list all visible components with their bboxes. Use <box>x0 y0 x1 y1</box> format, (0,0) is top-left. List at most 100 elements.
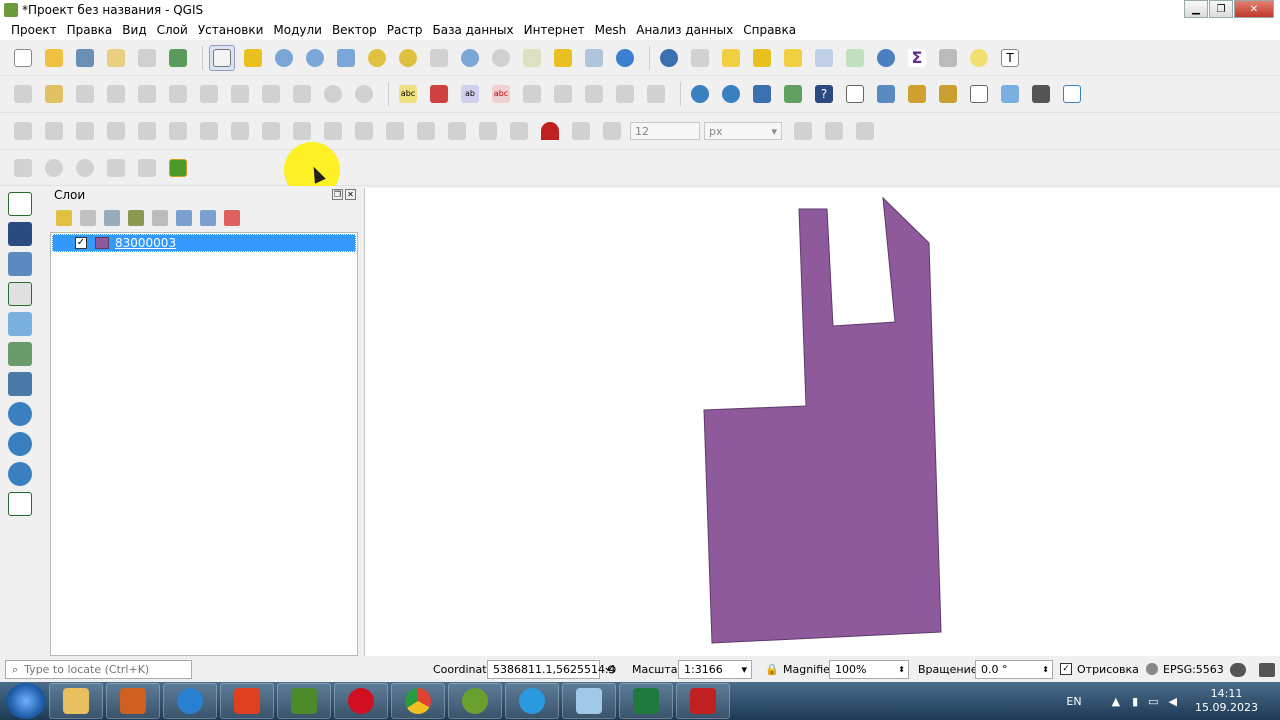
move-diagram-button[interactable] <box>612 81 638 107</box>
layer-diagram-button[interactable] <box>426 81 452 107</box>
crs-status[interactable]: EPSG:5563 <box>1163 663 1224 676</box>
metasearch-button[interactable] <box>687 81 713 107</box>
split-parts-button[interactable] <box>351 118 377 144</box>
collapse-all-icon[interactable] <box>200 210 216 226</box>
toolbox-button[interactable] <box>873 45 899 71</box>
lock-icon[interactable]: 🔒 <box>765 663 779 676</box>
new-layer-icon[interactable] <box>8 492 32 516</box>
menu-mesh[interactable]: Mesh <box>590 23 632 37</box>
expand-all-icon[interactable] <box>176 210 192 226</box>
paste-features-button[interactable] <box>289 81 315 107</box>
text-annotation-button[interactable]: T <box>997 45 1023 71</box>
delete-part-button[interactable] <box>227 118 253 144</box>
merge-attributes-button[interactable] <box>413 118 439 144</box>
language-indicator[interactable]: EN <box>1066 695 1081 708</box>
zoom-to-selection-button[interactable] <box>364 45 390 71</box>
tray-expand-icon[interactable]: ▲ <box>1112 695 1120 708</box>
rotate-feature-button[interactable] <box>41 118 67 144</box>
reshape-button[interactable] <box>258 118 284 144</box>
messages-icon[interactable] <box>1230 663 1246 677</box>
delete-ring-button[interactable] <box>196 118 222 144</box>
georeferencer-button[interactable] <box>873 81 899 107</box>
expression-filter-icon[interactable] <box>152 210 168 226</box>
taskbar-media-player[interactable] <box>106 683 160 719</box>
map-canvas[interactable] <box>364 188 1280 656</box>
select-by-value-button[interactable] <box>749 45 775 71</box>
layer-labeling-button[interactable]: abc <box>395 81 421 107</box>
layer-visibility-checkbox[interactable]: ✓ <box>75 237 87 249</box>
close-panel-button[interactable]: ✕ <box>345 189 356 200</box>
avoid-overlap-button[interactable] <box>821 118 847 144</box>
snapping-type-button[interactable] <box>568 118 594 144</box>
metasearch-settings-button[interactable] <box>718 81 744 107</box>
volume-icon[interactable]: ◀ <box>1169 695 1177 708</box>
add-wms-icon[interactable] <box>8 402 32 426</box>
add-mesh-layer-icon[interactable] <box>8 252 32 276</box>
menu-edit[interactable]: Правка <box>62 23 118 37</box>
new-print-layout-button[interactable] <box>103 45 129 71</box>
add-rectangle-button[interactable] <box>103 155 129 181</box>
zoom-next-button[interactable] <box>488 45 514 71</box>
taskbar-file-explorer[interactable] <box>49 683 103 719</box>
map-swipe-button[interactable] <box>780 81 806 107</box>
modify-attributes-button[interactable] <box>165 81 191 107</box>
undo-button[interactable] <box>320 81 346 107</box>
cut-features-button[interactable] <box>227 81 253 107</box>
taskbar-autocad[interactable] <box>676 683 730 719</box>
menu-web[interactable]: Интернет <box>519 23 590 37</box>
menu-layer[interactable]: Слой <box>152 23 193 37</box>
taskbar-telegram[interactable] <box>505 683 559 719</box>
advanced-digitizing-button[interactable] <box>10 118 36 144</box>
network-icon[interactable]: ▭ <box>1148 695 1158 708</box>
simplify-button[interactable] <box>72 118 98 144</box>
float-panel-button[interactable]: ❐ <box>332 189 343 200</box>
trim-extend-button[interactable] <box>506 118 532 144</box>
new-map-view-button[interactable] <box>519 45 545 71</box>
plugin-1-button[interactable] <box>904 81 930 107</box>
taskbar-notepad[interactable] <box>562 683 616 719</box>
snapping-button[interactable] <box>537 118 563 144</box>
pan-map-button[interactable] <box>209 44 235 71</box>
python-console-button[interactable] <box>749 81 775 107</box>
menu-plugins[interactable]: Модули <box>268 23 327 37</box>
taskbar-excel[interactable] <box>619 683 673 719</box>
add-group-icon[interactable] <box>80 210 96 226</box>
maximize-button[interactable]: ❐ <box>1209 0 1233 18</box>
eye-icon[interactable] <box>104 210 120 226</box>
zoom-to-layer-button[interactable] <box>395 45 421 71</box>
menu-database[interactable]: База данных <box>428 23 519 37</box>
vertex-tool-button[interactable] <box>134 81 160 107</box>
plugin-4-button[interactable] <box>997 81 1023 107</box>
add-delimited-text-icon[interactable] <box>8 282 32 306</box>
menu-raster[interactable]: Растр <box>382 23 428 37</box>
current-edits-button[interactable] <box>10 81 36 107</box>
new-project-button[interactable] <box>10 45 36 71</box>
taskbar-chrome[interactable] <box>391 683 445 719</box>
add-circular-string-button[interactable] <box>10 155 36 181</box>
show-bookmarks-button[interactable] <box>581 45 607 71</box>
show-hide-labels-button[interactable]: abc <box>488 81 514 107</box>
actions-button[interactable] <box>687 45 713 71</box>
menu-project[interactable]: Проект <box>6 23 62 37</box>
taskbar-internet-explorer[interactable] <box>163 683 217 719</box>
plugin-3-button[interactable] <box>966 81 992 107</box>
offset-curve-button[interactable] <box>289 118 315 144</box>
zoom-native-button[interactable] <box>426 45 452 71</box>
add-postgis-icon[interactable] <box>8 372 32 396</box>
power-icon[interactable]: ▮ <box>1132 695 1138 708</box>
style-manager-button[interactable] <box>165 45 191 71</box>
help-button[interactable]: ? <box>811 81 837 107</box>
taskbar-opera[interactable] <box>334 683 388 719</box>
toggle-editing-button[interactable] <box>41 81 67 107</box>
plugin-5-button[interactable] <box>1028 81 1054 107</box>
menu-view[interactable]: Вид <box>117 23 151 37</box>
zoom-full-button[interactable] <box>333 45 359 71</box>
parcel-polygon[interactable] <box>703 196 942 644</box>
snapping-unit-select[interactable]: px ▾ <box>704 122 782 140</box>
magnifier-spinbox[interactable]: 100% ⬍ <box>829 660 909 679</box>
merge-features-button[interactable] <box>382 118 408 144</box>
snapping-vertex-button[interactable] <box>599 118 625 144</box>
style-brush-icon[interactable] <box>56 210 72 226</box>
add-vector-layer-icon[interactable] <box>8 192 32 216</box>
delete-selected-button[interactable] <box>196 81 222 107</box>
